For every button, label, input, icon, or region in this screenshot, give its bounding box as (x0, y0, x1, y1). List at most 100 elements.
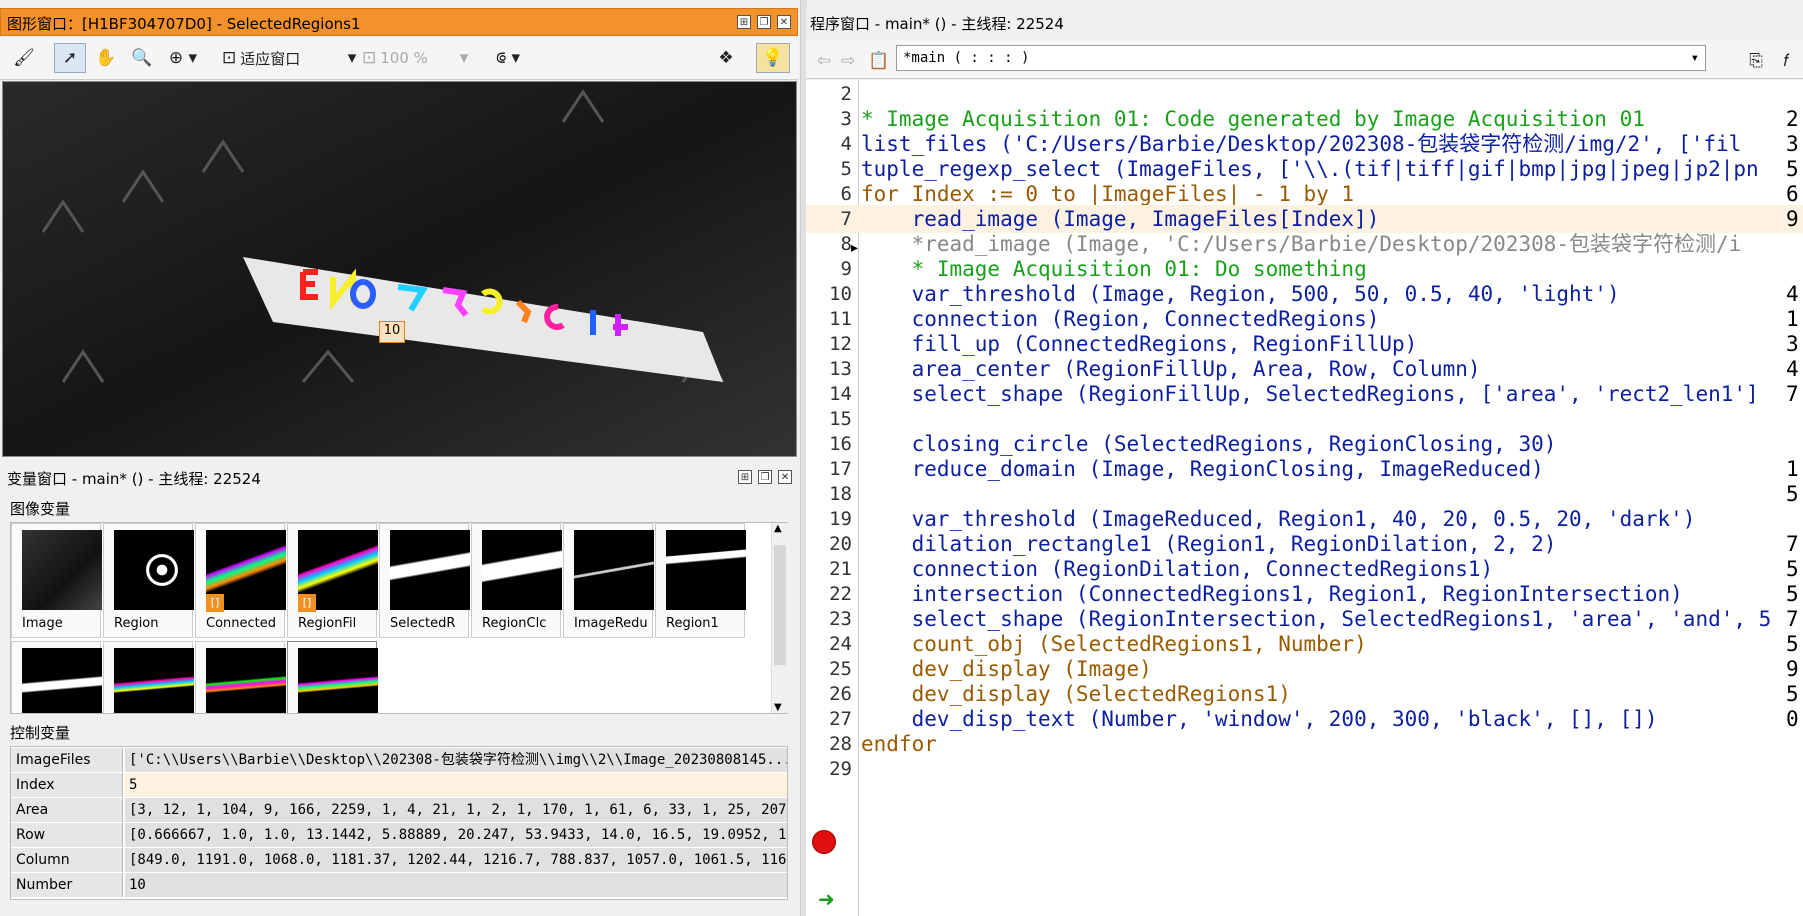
code-line[interactable]: 5 tuple_regexp_select (ImageFiles, ['\\.(… (806, 155, 1803, 183)
code-line[interactable]: 22 intersection (ConnectedRegions1, Regi… (806, 580, 1803, 608)
control-var-row[interactable]: Row [0.666667, 1.0, 1.0, 13.1442, 5.8888… (11, 823, 787, 848)
control-var-row[interactable]: Number 10 (11, 873, 787, 898)
code-line[interactable]: 15 (806, 405, 1803, 433)
iconic-var-selectedregions[interactable]: SelectedR (379, 523, 470, 638)
code-line[interactable]: 12 fill_up (ConnectedRegions, RegionFill… (806, 330, 1803, 358)
back-arrow-icon[interactable]: ⇦ (814, 46, 834, 76)
code-line[interactable]: 25 dev_display (Image) 9. (806, 655, 1803, 683)
scroll-down-icon[interactable]: ▼ (774, 702, 782, 713)
procedure-info-icon[interactable]: ⎘ (1744, 46, 1768, 76)
fit-window-icon: ⊡ (222, 48, 237, 68)
thumbnail (298, 648, 378, 713)
code-line[interactable]: 26 dev_display (SelectedRegions1) 5. (806, 680, 1803, 708)
thumbnail (666, 530, 746, 610)
breakpoint-icon[interactable] (812, 830, 836, 854)
program-toolbar: ⇦ ⇨ 📋 *main ( : : : ) ▾ ⎘ 𝑓 (806, 40, 1803, 79)
procedure-edit-icon[interactable]: 𝑓 (1774, 46, 1798, 76)
hand-pan-icon[interactable]: ✋ (92, 43, 120, 73)
zoom-icon: ⊡ (362, 48, 377, 68)
line-number: 9 (840, 258, 852, 280)
code-editor[interactable]: 2 3 * Image Acquisition 01: Code generated… (806, 80, 1803, 916)
code-line[interactable]: 2 (806, 80, 1803, 108)
lightbulb-icon[interactable]: 💡 (756, 43, 790, 73)
line-code: var_threshold (ImageReduced, Region1, 40… (861, 507, 1696, 531)
code-line[interactable]: 6 for Index := 0 to |ImageFiles| - 1 by 1… (806, 180, 1803, 208)
fit-window-button[interactable]: ⊡ 适应窗口 (222, 43, 352, 73)
pin-icon[interactable]: ⊞ (738, 470, 752, 484)
close-icon[interactable]: ✕ (777, 15, 791, 29)
control-var-row[interactable]: Area [3, 12, 1, 104, 9, 166, 2259, 1, 4,… (11, 798, 787, 823)
code-line[interactable]: 10 var_threshold (Image, Region, 500, 50… (806, 280, 1803, 308)
line-code: dev_display (SelectedRegions1) (861, 682, 1291, 706)
code-line[interactable]: 7 read_image (Image, ImageFiles[Index]) 9… (806, 205, 1803, 233)
code-line[interactable]: 18 5. (806, 480, 1803, 508)
line-code: tuple_regexp_select (ImageFiles, ['\\.(t… (861, 157, 1759, 181)
code-line[interactable]: 29 (806, 755, 1803, 783)
close-icon[interactable]: ✕ (778, 470, 792, 484)
line-code: endfor (861, 732, 937, 756)
code-line[interactable]: 28 endfor (806, 730, 1803, 758)
magnifier-icon[interactable]: 🔍 (128, 43, 156, 73)
line-time-value: 0. (1786, 707, 1803, 731)
line-number: 13 (829, 358, 852, 380)
scroll-thumb[interactable] (774, 545, 786, 665)
iconic-var-regionfillup[interactable]: [] RegionFil (287, 523, 378, 638)
line-code: for Index := 0 to |ImageFiles| - 1 by 1 (861, 182, 1355, 206)
code-line[interactable]: 11 connection (Region, ConnectedRegions)… (806, 305, 1803, 333)
forward-arrow-icon[interactable]: ⇨ (838, 46, 858, 76)
graphics-toolbar: 🖌 ➚ ✋ 🔍 ⊕ ▾ ⊡ 适应窗口 ▾ ⊡ 100 % ▾ ⟃ ▾ ❖ 💡 (0, 37, 798, 80)
iconic-var-connectedregions1[interactable] (103, 641, 194, 713)
clipboard-icon[interactable]: 📋 (868, 46, 890, 76)
control-var-row[interactable]: Index 5 (11, 773, 787, 798)
code-line[interactable]: 3 * Image Acquisition 01: Code generated … (806, 105, 1803, 133)
line-time-value: 1. (1786, 457, 1803, 481)
iconic-vars-scrollbar[interactable]: ▲ ▼ (771, 523, 788, 713)
code-line[interactable]: 19 var_threshold (ImageReduced, Region1,… (806, 505, 1803, 533)
code-line[interactable]: 27 dev_disp_text (Number, 'window', 200,… (806, 705, 1803, 733)
code-line[interactable]: 13 area_center (RegionFillUp, Area, Row,… (806, 355, 1803, 383)
code-line[interactable]: 8 *read_image (Image, 'C:/Users/Barbie/D… (806, 230, 1803, 258)
line-code: closing_circle (SelectedRegions, RegionC… (861, 432, 1557, 456)
line-number: 14 (829, 383, 852, 405)
iconic-var-imagereduced[interactable]: ImageRedu (563, 523, 654, 638)
graphics-canvas[interactable]: 10 (2, 81, 797, 457)
restore-icon[interactable]: ❐ (758, 470, 772, 484)
line-code: dev_display (Image) (861, 657, 1152, 681)
pointer-tool-icon[interactable]: ➚ (54, 43, 86, 73)
iconic-var-connected[interactable]: [] Connected (195, 523, 286, 638)
control-var-value: 5 (125, 773, 787, 797)
scroll-up-icon[interactable]: ▲ (774, 523, 782, 534)
zoom-in-dropdown[interactable]: ⊕ ▾ (163, 43, 203, 73)
code-line[interactable]: 4 list_files ('C:/Users/Barbie/Desktop/20… (806, 130, 1803, 158)
zoom-dropdown-icon[interactable]: ▾ (452, 43, 476, 73)
procedure-selector[interactable]: *main ( : : : ) ▾ (896, 45, 1706, 71)
pin-icon[interactable]: ⊞ (737, 15, 751, 29)
control-var-row[interactable]: Column [849.0, 1191.0, 1068.0, 1181.37, … (11, 848, 787, 873)
iconic-var-regiondilation[interactable] (11, 641, 102, 713)
code-line[interactable]: 24 count_obj (SelectedRegions1, Number) 5… (806, 630, 1803, 658)
clear-brush-icon[interactable]: 🖌 (10, 43, 38, 73)
fit-window-dropdown-icon[interactable]: ▾ (340, 43, 364, 73)
line-number: 6 (840, 183, 852, 205)
line-time-value: 7. (1786, 382, 1803, 406)
code-line[interactable]: 9 * Image Acquisition 01: Do something (806, 255, 1803, 283)
draw-mode-dropdown[interactable]: ⟃ ▾ (486, 43, 530, 73)
iconic-var-regionclosing[interactable]: RegionClc (471, 523, 562, 638)
code-line[interactable]: 17 reduce_domain (Image, RegionClosing, … (806, 455, 1803, 483)
line-number: 2 (840, 83, 852, 105)
layers-icon[interactable]: ❖ (710, 43, 742, 73)
control-var-row[interactable]: ImageFiles ['C:\\Users\\Barbie\\Desktop\… (11, 748, 787, 773)
iconic-var-region1[interactable]: Region1 (655, 523, 746, 638)
code-line[interactable]: 20 dilation_rectangle1 (Region1, RegionD… (806, 530, 1803, 558)
line-number: 11 (829, 308, 852, 330)
restore-icon[interactable]: ❐ (757, 15, 771, 29)
iconic-var-image[interactable]: Image (11, 523, 102, 638)
code-line[interactable]: 23 select_shape (RegionIntersection, Sel… (806, 605, 1803, 633)
iconic-var-region[interactable]: Region (103, 523, 194, 638)
code-line[interactable]: 21 connection (RegionDilation, Connected… (806, 555, 1803, 583)
iconic-var-selectedregions1[interactable] (287, 641, 378, 713)
code-line[interactable]: 16 closing_circle (SelectedRegions, Regi… (806, 430, 1803, 458)
iconic-var-regionintersection[interactable] (195, 641, 286, 713)
line-number: 29 (829, 758, 852, 780)
code-line[interactable]: 14 select_shape (RegionFillUp, SelectedR… (806, 380, 1803, 408)
